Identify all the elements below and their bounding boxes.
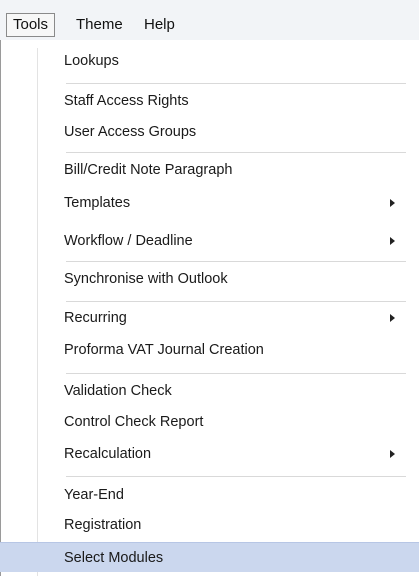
menu-item-templates[interactable]: Templates [38,188,419,218]
menu-item-label: Registration [64,517,142,533]
menu-item-control-check-report[interactable]: Control Check Report [38,407,419,437]
menu-item-year-end[interactable]: Year-End [38,480,419,510]
chevron-right-icon [390,199,395,207]
menu-item-label: Recurring [64,310,127,326]
menu-separator [66,152,406,153]
menu-separator [66,476,406,477]
menu-item-bill-credit-note-paragraph[interactable]: Bill/Credit Note Paragraph [38,155,419,185]
menu-item-workflow-deadline[interactable]: Workflow / Deadline [38,226,419,256]
menu-item-select-modules[interactable]: Select Modules [0,542,419,572]
menu-item-label: User Access Groups [64,124,197,140]
chevron-right-icon [390,314,395,322]
menu-item-label: Select Modules [64,550,164,566]
menu-theme[interactable]: Theme [70,13,129,37]
menu-item-label: Synchronise with Outlook [64,271,228,287]
menu-item-recurring[interactable]: Recurring [38,303,419,333]
menu-separator [66,301,406,302]
menu-item-label: Staff Access Rights [64,93,189,109]
menu-item-label: Lookups [64,53,119,69]
menu-item-staff-access-rights[interactable]: Staff Access Rights [38,86,419,116]
menu-separator [66,83,406,84]
menu-item-label: Bill/Credit Note Paragraph [64,162,233,178]
menu-item-label: Control Check Report [64,414,204,430]
menu-item-label: Validation Check [64,383,172,399]
menu-help[interactable]: Help [138,13,181,37]
menu-item-synchronise-with-outlook[interactable]: Synchronise with Outlook [38,264,419,294]
menu-item-label: Proforma VAT Journal Creation [64,342,264,358]
menu-item-label: Templates [64,195,131,211]
menu-item-label: Recalculation [64,446,152,462]
menu-item-label: Year-End [64,487,124,503]
chevron-right-icon [390,450,395,458]
menu-item-user-access-groups[interactable]: User Access Groups [38,117,419,147]
menu-item-lookups[interactable]: Lookups [38,46,419,76]
menu-item-label: Workflow / Deadline [64,233,193,249]
menu-item-registration[interactable]: Registration [38,510,419,540]
chevron-right-icon [390,237,395,245]
menu-separator [66,261,406,262]
menu-item-proforma-vat-journal-creation[interactable]: Proforma VAT Journal Creation [38,335,419,365]
menu-item-validation-check[interactable]: Validation Check [38,376,419,406]
menu-separator [66,373,406,374]
menu-item-recalculation[interactable]: Recalculation [38,439,419,469]
menu-tools[interactable]: Tools [6,13,56,37]
